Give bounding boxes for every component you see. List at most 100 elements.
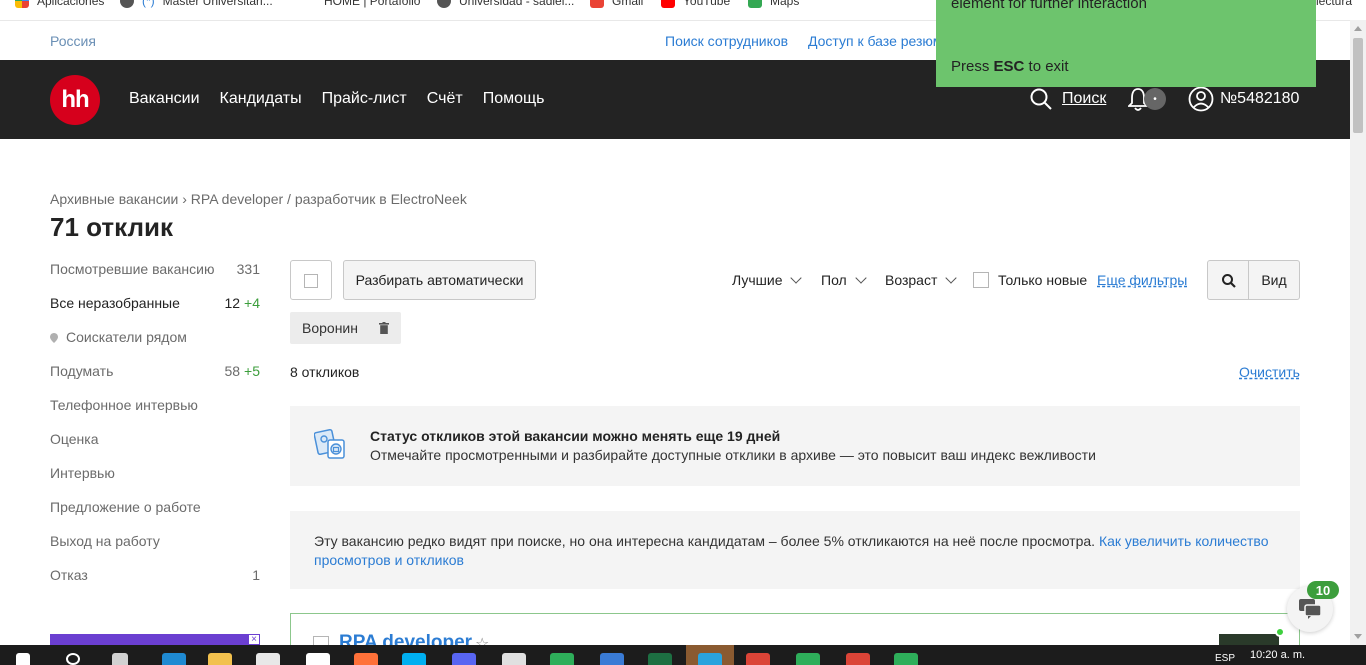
scroll-up-icon[interactable] — [1354, 26, 1362, 31]
maps-icon — [748, 0, 762, 8]
only-new-checkbox[interactable]: Только новые — [973, 272, 1087, 288]
extension-toast: element for further interaction Press ES… — [936, 0, 1316, 87]
toast-key: ESC — [993, 58, 1025, 75]
promo-banner[interactable]: × — [50, 634, 260, 645]
nav-account-bill[interactable]: Счёт — [427, 90, 463, 108]
view-button[interactable]: Вид — [1248, 260, 1300, 300]
page-scrollbar[interactable] — [1350, 20, 1366, 645]
chrome-icon[interactable] — [846, 653, 870, 665]
sidebar-item-assessment[interactable]: Оценка — [50, 428, 260, 450]
edge-icon[interactable] — [162, 653, 186, 665]
filter-chip: Воронин — [290, 312, 401, 344]
chrome-icon[interactable] — [746, 653, 770, 665]
chat-unread-badge: 10 — [1307, 581, 1339, 599]
sidebar-item-interview[interactable]: Интервью — [50, 462, 260, 484]
input-language[interactable]: ESP — [1215, 653, 1235, 664]
toast-line2: Press ESC to exit — [951, 58, 1069, 75]
sidebar-item-rejected[interactable]: Отказ 1 — [50, 564, 260, 586]
firefox-icon[interactable] — [354, 653, 378, 665]
bookmark-reading-list[interactable]: lectura — [1316, 0, 1352, 8]
checkbox-box — [304, 274, 318, 288]
bookmark-youtube[interactable]: YouTube — [661, 0, 730, 8]
bookmark-university[interactable]: Universidad - sadiel... — [437, 0, 574, 8]
youtube-icon — [661, 0, 675, 8]
sidebar-item-onboarding[interactable]: Выход на работу — [50, 530, 260, 552]
chevron-down-icon — [790, 272, 803, 284]
sidebar-item-think[interactable]: Подумать 58 +5 — [50, 360, 260, 382]
nav-help[interactable]: Помощь — [483, 90, 545, 108]
excel-icon[interactable] — [648, 653, 672, 665]
results-count: 8 откликов — [290, 364, 360, 380]
app-icon[interactable] — [502, 653, 526, 665]
notifications-button[interactable]: • — [1126, 86, 1168, 114]
bookmark-master[interactable]: (*) Master Universitari... — [120, 0, 273, 8]
clock[interactable]: 10:20 a. m. — [1250, 649, 1305, 661]
search-icon[interactable] — [66, 653, 80, 665]
task-view-icon[interactable] — [112, 653, 128, 665]
sidebar-item-phone-interview[interactable]: Телефонное интервью — [50, 394, 260, 416]
notice-title: Статус откликов этой вакансии можно меня… — [370, 428, 781, 444]
app-icon[interactable] — [894, 653, 918, 665]
header-search[interactable]: Поиск — [1030, 88, 1106, 110]
app-icon[interactable] — [796, 653, 820, 665]
user-icon — [1188, 86, 1214, 112]
gender-dropdown[interactable]: Пол — [821, 272, 867, 288]
auto-sort-button[interactable]: Разбирать автоматически — [343, 260, 536, 300]
nav-candidates[interactable]: Кандидаты — [220, 90, 302, 108]
sidebar-item-nearby[interactable]: Соискатели рядом — [50, 326, 260, 348]
globe-icon — [437, 0, 451, 8]
account-menu[interactable]: №5482180 — [1188, 86, 1299, 112]
windows-start-icon[interactable] — [16, 653, 30, 665]
sort-dropdown[interactable]: Лучшие — [732, 272, 803, 288]
notification-dot: • — [1144, 88, 1166, 110]
find-staff-link[interactable]: Поиск сотрудников — [665, 33, 788, 49]
apps-grid-icon — [15, 0, 29, 8]
store-icon[interactable] — [256, 653, 280, 665]
region-link[interactable]: Россия — [50, 33, 96, 49]
app-icon[interactable] — [600, 653, 624, 665]
resume-access-link[interactable]: Доступ к базе резюме — [808, 33, 950, 49]
bookmark-portfolio[interactable]: HOME | Portafolio — [324, 0, 420, 8]
clear-filters-link[interactable]: Очистить — [1239, 364, 1300, 380]
toast-line1: element for further interaction — [951, 0, 1147, 12]
gmail-icon — [590, 0, 604, 8]
more-filters-link[interactable]: Еще фильтры — [1097, 272, 1187, 288]
file-explorer-icon[interactable] — [208, 653, 232, 665]
account-id: №5482180 — [1220, 90, 1300, 107]
main-nav: Вакансии Кандидаты Прайс-лист Счёт Помощ… — [129, 90, 544, 108]
filter-chip-label: Воронин — [302, 320, 358, 336]
hh-logo[interactable]: hh — [50, 75, 100, 125]
search-button[interactable] — [1207, 260, 1249, 300]
checkbox-box — [973, 272, 989, 288]
chevron-down-icon — [945, 272, 958, 284]
page-title: 71 отклик — [50, 212, 173, 242]
nav-pricelist[interactable]: Прайс-лист — [322, 90, 407, 108]
scroll-down-icon[interactable] — [1354, 634, 1362, 639]
breadcrumb[interactable]: Архивные вакансии › RPA developer / разр… — [50, 191, 467, 207]
vacancy-visibility-info: Эту вакансию редко видят при поиске, но … — [290, 511, 1300, 589]
skype-icon[interactable] — [402, 653, 426, 665]
header-search-label: Поиск — [1062, 90, 1107, 107]
scroll-thumb[interactable] — [1353, 38, 1363, 133]
bookmark-apps[interactable]: Aplicaciones — [15, 0, 104, 8]
status-notice: Статус откликов этой вакансии можно меня… — [290, 406, 1300, 486]
bookmark-gmail[interactable]: Gmail — [590, 0, 643, 8]
telegram-icon[interactable] — [698, 653, 722, 665]
close-icon[interactable]: × — [248, 634, 260, 645]
trash-icon[interactable] — [379, 322, 389, 334]
select-all-checkbox[interactable] — [290, 260, 332, 300]
notice-text: Отмечайте просмотренными и разбирайте до… — [370, 447, 1096, 463]
bookmark-master-icon: (*) — [142, 0, 155, 8]
nav-vacancies[interactable]: Вакансии — [129, 90, 200, 108]
globe-icon — [120, 0, 134, 8]
app-icon[interactable] — [550, 653, 574, 665]
age-dropdown[interactable]: Возраст — [885, 272, 958, 288]
sidebar-item-unsorted[interactable]: Все неразобранные 12 +4 — [50, 292, 260, 314]
sidebar-item-viewed[interactable]: Посмотревшие вакансию 331 — [50, 258, 260, 280]
search-icon — [1030, 88, 1052, 110]
location-pin-icon — [50, 333, 58, 344]
bookmark-maps[interactable]: Maps — [748, 0, 799, 8]
sidebar-item-offer[interactable]: Предложение о работе — [50, 496, 260, 518]
mail-icon[interactable] — [306, 653, 330, 665]
discord-icon[interactable] — [452, 653, 476, 665]
